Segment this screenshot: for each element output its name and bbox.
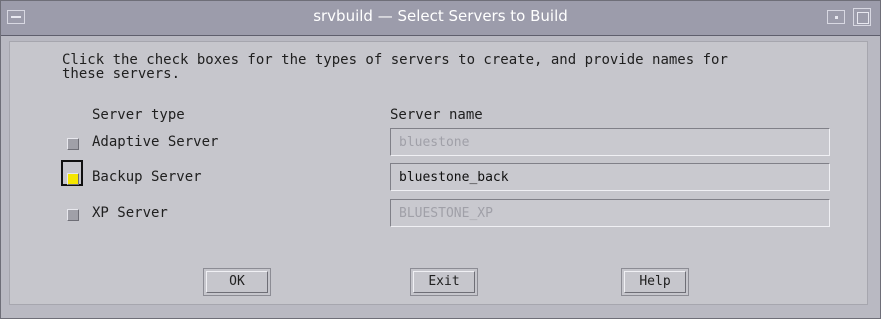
xp-server-label: XP Server [92, 205, 168, 221]
backup-server-label: Backup Server [92, 169, 202, 185]
xp-server-checkbox[interactable] [67, 209, 79, 221]
dialog-window: srvbuild — Select Servers to Build Click… [0, 0, 881, 319]
window-title: srvbuild — Select Servers to Build [313, 7, 568, 25]
title-bar[interactable]: srvbuild — Select Servers to Build [1, 1, 880, 36]
xp-server-name-field[interactable] [390, 199, 830, 227]
exit-button[interactable]: Exit [413, 271, 475, 293]
adaptive-server-name-field[interactable] [390, 128, 830, 156]
server-name-header: Server name [390, 107, 483, 123]
maximize-icon[interactable] [853, 8, 871, 26]
adaptive-server-checkbox[interactable] [67, 138, 79, 150]
backup-server-name-field[interactable] [390, 163, 830, 191]
backup-server-checkbox[interactable] [67, 173, 79, 185]
ok-button[interactable]: OK [206, 271, 268, 293]
help-button[interactable]: Help [624, 271, 686, 293]
minimize-icon[interactable] [827, 10, 845, 24]
dialog-body: Click the check boxes for the types of s… [9, 41, 868, 305]
server-type-header: Server type [92, 107, 185, 123]
adaptive-server-label: Adaptive Server [92, 134, 219, 150]
instructions-text: Click the check boxes for the types of s… [62, 52, 728, 82]
